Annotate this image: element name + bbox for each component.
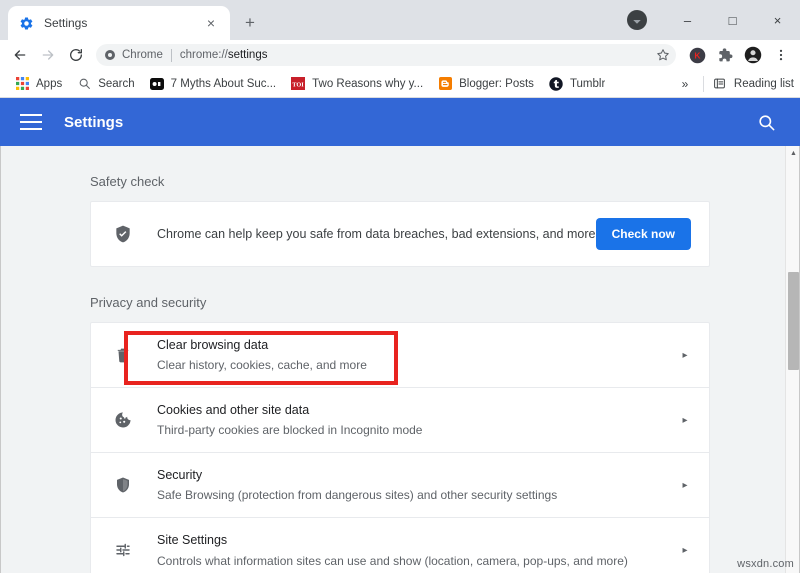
url-path: settings <box>228 49 268 61</box>
setting-row-site-settings[interactable]: Site Settings Controls what information … <box>91 518 709 573</box>
reload-button[interactable] <box>62 41 90 69</box>
page-title: Settings <box>64 114 123 131</box>
cookie-icon <box>113 411 133 429</box>
maximize-button[interactable]: □ <box>710 4 755 36</box>
safety-check-card: Chrome can help keep you safe from data … <box>90 201 710 267</box>
profile-badge-icon[interactable] <box>627 10 647 30</box>
bookmark-label: 7 Myths About Suc... <box>171 78 276 90</box>
url-text: chrome://settings <box>180 49 268 61</box>
scrollbar-thumb[interactable] <box>788 272 799 370</box>
safety-check-description: Chrome can help keep you safe from data … <box>157 227 596 241</box>
blogger-icon <box>437 76 453 92</box>
chip-separator <box>171 49 172 62</box>
window-controls: – □ × <box>627 0 800 40</box>
setting-row-title: Security <box>157 466 677 484</box>
hamburger-menu-icon[interactable] <box>20 114 42 130</box>
bookmark-label: Apps <box>36 78 62 90</box>
setting-row-subtitle: Safe Browsing (protection from dangerous… <box>157 486 677 504</box>
magnifier-icon <box>76 76 92 92</box>
settings-header: Settings <box>0 98 800 146</box>
watermark: wsxdn.com <box>737 558 794 570</box>
setting-row-subtitle: Third-party cookies are blocked in Incog… <box>157 421 677 439</box>
setting-row-subtitle: Clear history, cookies, cache, and more <box>157 356 677 374</box>
bookmark-label: Search <box>98 78 134 90</box>
bookmark-label: Two Reasons why y... <box>312 78 423 90</box>
reading-list-label[interactable]: Reading list <box>734 78 794 90</box>
chevron-right-icon[interactable]: ▸ <box>677 350 693 361</box>
safety-check-row: Chrome can help keep you safe from data … <box>91 202 709 266</box>
tumblr-icon <box>548 76 564 92</box>
apps-grid-icon <box>14 76 30 92</box>
browser-tab-settings[interactable]: Settings × <box>8 6 230 40</box>
browser-window: Settings × + – □ × Chr <box>0 0 800 573</box>
tab-title: Settings <box>44 16 202 30</box>
bookmarks-bar-right: » Reading list <box>675 74 794 94</box>
trash-icon <box>113 346 133 364</box>
chevron-right-icon[interactable]: ▸ <box>677 415 693 426</box>
profile-k-icon[interactable]: K <box>684 42 710 68</box>
divider <box>703 76 704 92</box>
setting-row-texts: Cookies and other site data Third-party … <box>157 401 677 439</box>
back-button[interactable] <box>6 41 34 69</box>
tab-strip: Settings × + – □ × <box>0 0 800 40</box>
search-icon[interactable] <box>754 110 778 134</box>
url-scheme: chrome:// <box>180 49 228 61</box>
privacy-section-title: Privacy and security <box>0 267 785 322</box>
avatar-icon[interactable] <box>740 42 766 68</box>
bookmarks-bar: Apps Search 7 Myths About Suc... TOI Two… <box>0 70 800 98</box>
menu-dots-icon[interactable] <box>768 42 794 68</box>
safety-check-section-title: Safety check <box>0 146 785 201</box>
site-chip-label: Chrome <box>122 49 163 61</box>
bookmark-apps[interactable]: Apps <box>8 73 68 95</box>
bookmark-blogger[interactable]: Blogger: Posts <box>431 73 540 95</box>
gear-icon <box>18 15 34 31</box>
black-square-icon <box>149 76 165 92</box>
bookmark-two-reasons[interactable]: TOI Two Reasons why y... <box>284 73 429 95</box>
shield-check-icon <box>113 224 135 244</box>
toi-icon: TOI <box>290 76 306 92</box>
setting-row-texts: Clear browsing data Clear history, cooki… <box>157 336 677 374</box>
privacy-card: Clear browsing data Clear history, cooki… <box>90 322 710 573</box>
forward-button[interactable] <box>34 41 62 69</box>
new-tab-button[interactable]: + <box>236 9 264 37</box>
bookmarks-overflow-icon[interactable]: » <box>675 74 695 94</box>
close-icon[interactable]: × <box>202 14 220 32</box>
window-close-button[interactable]: × <box>755 4 800 36</box>
minimize-button[interactable]: – <box>665 4 710 36</box>
chevron-right-icon[interactable]: ▸ <box>677 545 693 556</box>
reading-list-icon[interactable] <box>712 76 728 92</box>
page-scrollbar[interactable]: ▲ <box>785 146 800 573</box>
check-now-button[interactable]: Check now <box>596 218 691 250</box>
setting-row-title: Clear browsing data <box>157 336 677 354</box>
setting-row-security[interactable]: Security Safe Browsing (protection from … <box>91 453 709 518</box>
setting-row-texts: Security Safe Browsing (protection from … <box>157 466 677 504</box>
svg-text:K: K <box>694 50 701 60</box>
bookmark-search[interactable]: Search <box>70 73 140 95</box>
chevron-right-icon[interactable]: ▸ <box>677 480 693 491</box>
address-bar[interactable]: Chrome chrome://settings <box>96 44 676 66</box>
sliders-icon <box>113 541 133 559</box>
setting-row-title: Site Settings <box>157 531 677 549</box>
setting-row-texts: Site Settings Controls what information … <box>157 531 677 569</box>
bookmark-star-icon[interactable] <box>654 46 672 64</box>
shield-icon <box>113 476 133 494</box>
bookmark-7-myths[interactable]: 7 Myths About Suc... <box>143 73 282 95</box>
setting-row-clear-browsing-data[interactable]: Clear browsing data Clear history, cooki… <box>91 323 709 388</box>
settings-content: Safety check Chrome can help keep you sa… <box>0 146 800 573</box>
browser-toolbar: Chrome chrome://settings K <box>0 40 800 70</box>
extensions-puzzle-icon[interactable] <box>712 42 738 68</box>
setting-row-title: Cookies and other site data <box>157 401 677 419</box>
bookmark-label: Blogger: Posts <box>459 78 534 90</box>
scroll-up-arrow-icon[interactable]: ▲ <box>786 146 800 161</box>
bookmark-tumblr[interactable]: Tumblr <box>542 73 611 95</box>
bookmark-label: Tumblr <box>570 78 605 90</box>
setting-row-subtitle: Controls what information sites can use … <box>157 552 677 570</box>
site-info-chip[interactable]: Chrome <box>104 49 163 61</box>
setting-row-cookies[interactable]: Cookies and other site data Third-party … <box>91 388 709 453</box>
svg-text:TOI: TOI <box>292 81 304 88</box>
